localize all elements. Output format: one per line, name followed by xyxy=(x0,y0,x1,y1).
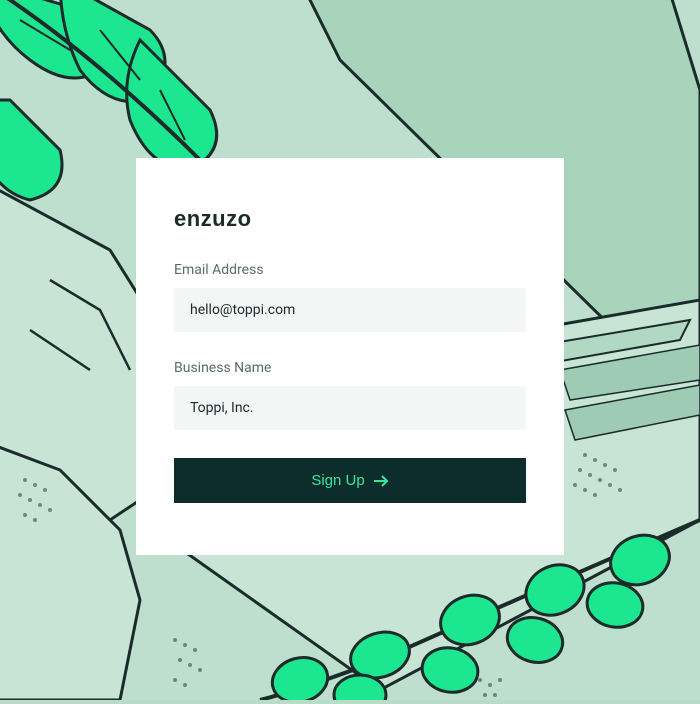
signup-button-label: Sign Up xyxy=(311,472,364,489)
arrow-right-icon xyxy=(373,474,389,488)
email-label: Email Address xyxy=(174,262,526,278)
business-name-field[interactable] xyxy=(174,386,526,430)
brand-logo: enzuzo xyxy=(174,206,526,232)
signup-card: enzuzo Email Address Business Name Sign … xyxy=(136,158,564,555)
email-form-group: Email Address xyxy=(174,262,526,332)
business-form-group: Business Name xyxy=(174,360,526,430)
email-field[interactable] xyxy=(174,288,526,332)
signup-button[interactable]: Sign Up xyxy=(174,458,526,503)
business-name-label: Business Name xyxy=(174,360,526,376)
